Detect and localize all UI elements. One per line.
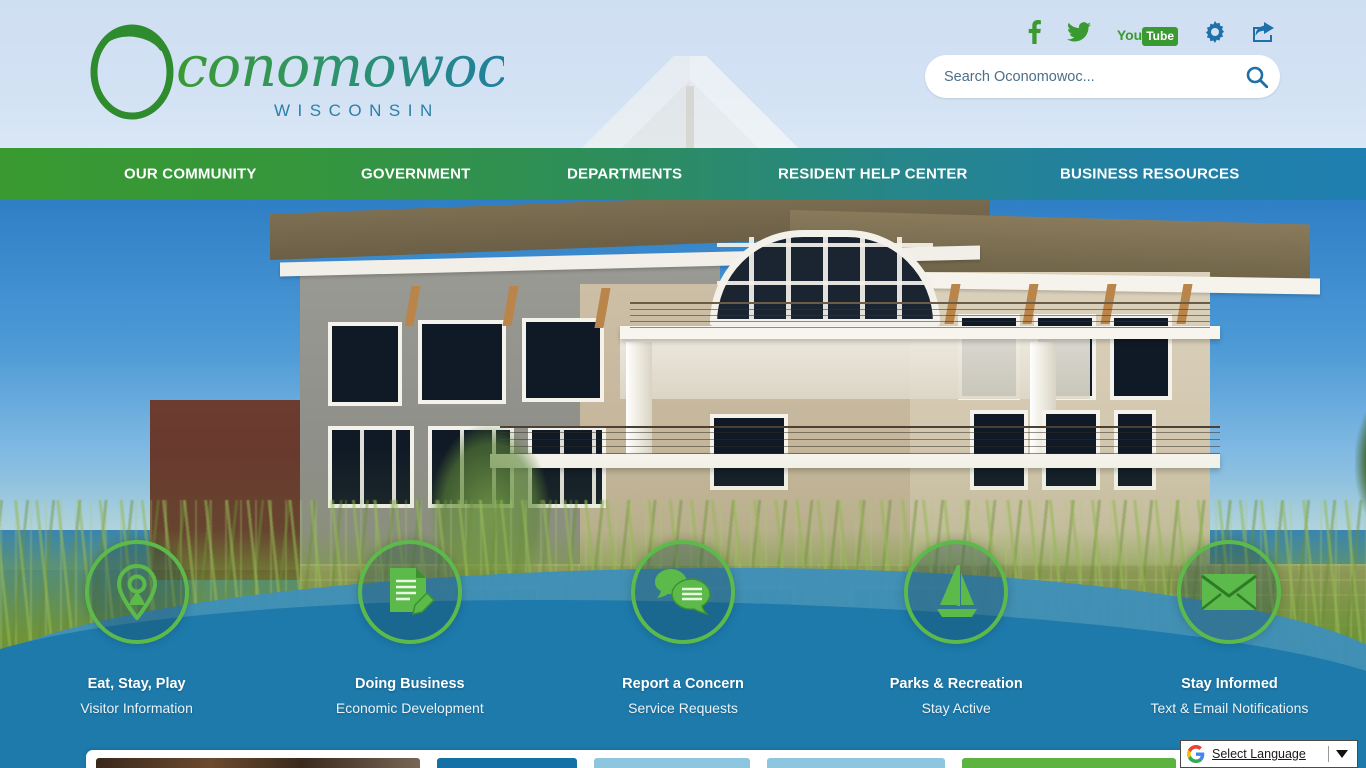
feature-photo-card[interactable] [96, 758, 420, 768]
svg-text:conomowoc: conomowoc [176, 34, 504, 100]
window [418, 320, 506, 404]
twitter-icon[interactable] [1066, 22, 1091, 47]
quicklink-circle [1177, 540, 1282, 644]
header-gable-graphic [560, 56, 820, 148]
quicklink-circle [84, 540, 189, 644]
quicklink-report-a-concern[interactable]: Report a Concern Service Requests [546, 540, 819, 720]
quick-card-4[interactable] [962, 758, 1176, 768]
nav-item-departments[interactable]: DEPARTMENTS [567, 166, 682, 183]
quick-card-2[interactable] [594, 758, 750, 768]
sailboat-icon [937, 565, 978, 617]
translate-label: Select Language [1212, 747, 1306, 761]
google-translate-widget[interactable]: Select Language [1180, 740, 1358, 768]
envelope-icon [1201, 574, 1258, 610]
google-icon [1187, 745, 1205, 763]
youtube-you-label: You [1116, 26, 1143, 43]
upper-railing [630, 302, 1210, 328]
quicklink-circle [904, 540, 1009, 644]
content-panel [86, 750, 1280, 768]
page-root: Eat, Stay, Play Visitor Information Doin… [0, 0, 1366, 768]
quicklink-eat-stay-play[interactable]: Eat, Stay, Play Visitor Information [0, 540, 273, 720]
quicklink-circle [357, 540, 462, 644]
map-pin-icon [116, 564, 157, 620]
quick-card-3[interactable] [767, 758, 945, 768]
quicklink-stay-informed[interactable]: Stay Informed Text & Email Notifications [1093, 540, 1366, 720]
search-icon [1246, 66, 1268, 88]
svg-text:WISCONSIN: WISCONSIN [274, 101, 440, 120]
quicklink-parks-recreation[interactable]: Parks & Recreation Stay Active [820, 540, 1093, 720]
quicklink-doing-business[interactable]: Doing Business Economic Development [273, 540, 546, 720]
search-bar[interactable] [925, 55, 1280, 98]
quicklinks-row: Eat, Stay, Play Visitor Information Doin… [0, 540, 1366, 720]
quicklink-subtitle: Stay Active [921, 700, 991, 716]
quicklink-title: Report a Concern [622, 676, 744, 692]
quicklink-title: Eat, Stay, Play [87, 676, 186, 692]
nav-item-government[interactable]: GOVERNMENT [361, 166, 471, 183]
youtube-tube-label: Tube [1142, 26, 1178, 46]
window [522, 318, 604, 402]
chat-bubbles-icon [655, 569, 711, 616]
social-links: You Tube [1028, 20, 1276, 49]
translate-divider [1328, 746, 1329, 762]
nav-item-resident-help-center[interactable]: RESIDENT HELP CENTER [778, 166, 968, 183]
nav-item-our-community[interactable]: OUR COMMUNITY [124, 166, 257, 183]
search-input[interactable] [925, 68, 1234, 85]
quick-card-1[interactable] [437, 758, 577, 768]
chevron-down-icon[interactable] [1336, 750, 1348, 758]
quicklink-title: Stay Informed [1181, 676, 1278, 692]
quicklink-circle [631, 540, 735, 644]
main-navigation: OUR COMMUNITY GOVERNMENT DEPARTMENTS RES… [0, 148, 1366, 200]
facebook-icon[interactable] [1028, 20, 1041, 49]
site-header: conomowoc WISCONSIN You Tube [0, 0, 1366, 148]
quicklink-title: Doing Business [355, 676, 465, 692]
site-logo[interactable]: conomowoc WISCONSIN [84, 24, 504, 120]
gable-post [686, 86, 694, 148]
quicklink-subtitle: Text & Email Notifications [1150, 700, 1309, 716]
quicklink-subtitle: Economic Development [335, 700, 484, 716]
quicklink-title: Parks & Recreation [889, 676, 1023, 692]
quicklink-subtitle: Service Requests [628, 700, 738, 716]
document-pencil-icon [389, 568, 435, 615]
quicklink-subtitle: Visitor Information [80, 700, 193, 716]
gear-icon[interactable] [1204, 21, 1226, 48]
share-icon[interactable] [1252, 21, 1276, 48]
window [328, 322, 402, 406]
nav-item-business-resources[interactable]: BUSINESS RESOURCES [1060, 166, 1239, 183]
porch-soffit [620, 339, 1090, 399]
search-button[interactable] [1234, 55, 1280, 98]
youtube-icon[interactable]: You Tube [1116, 26, 1178, 46]
